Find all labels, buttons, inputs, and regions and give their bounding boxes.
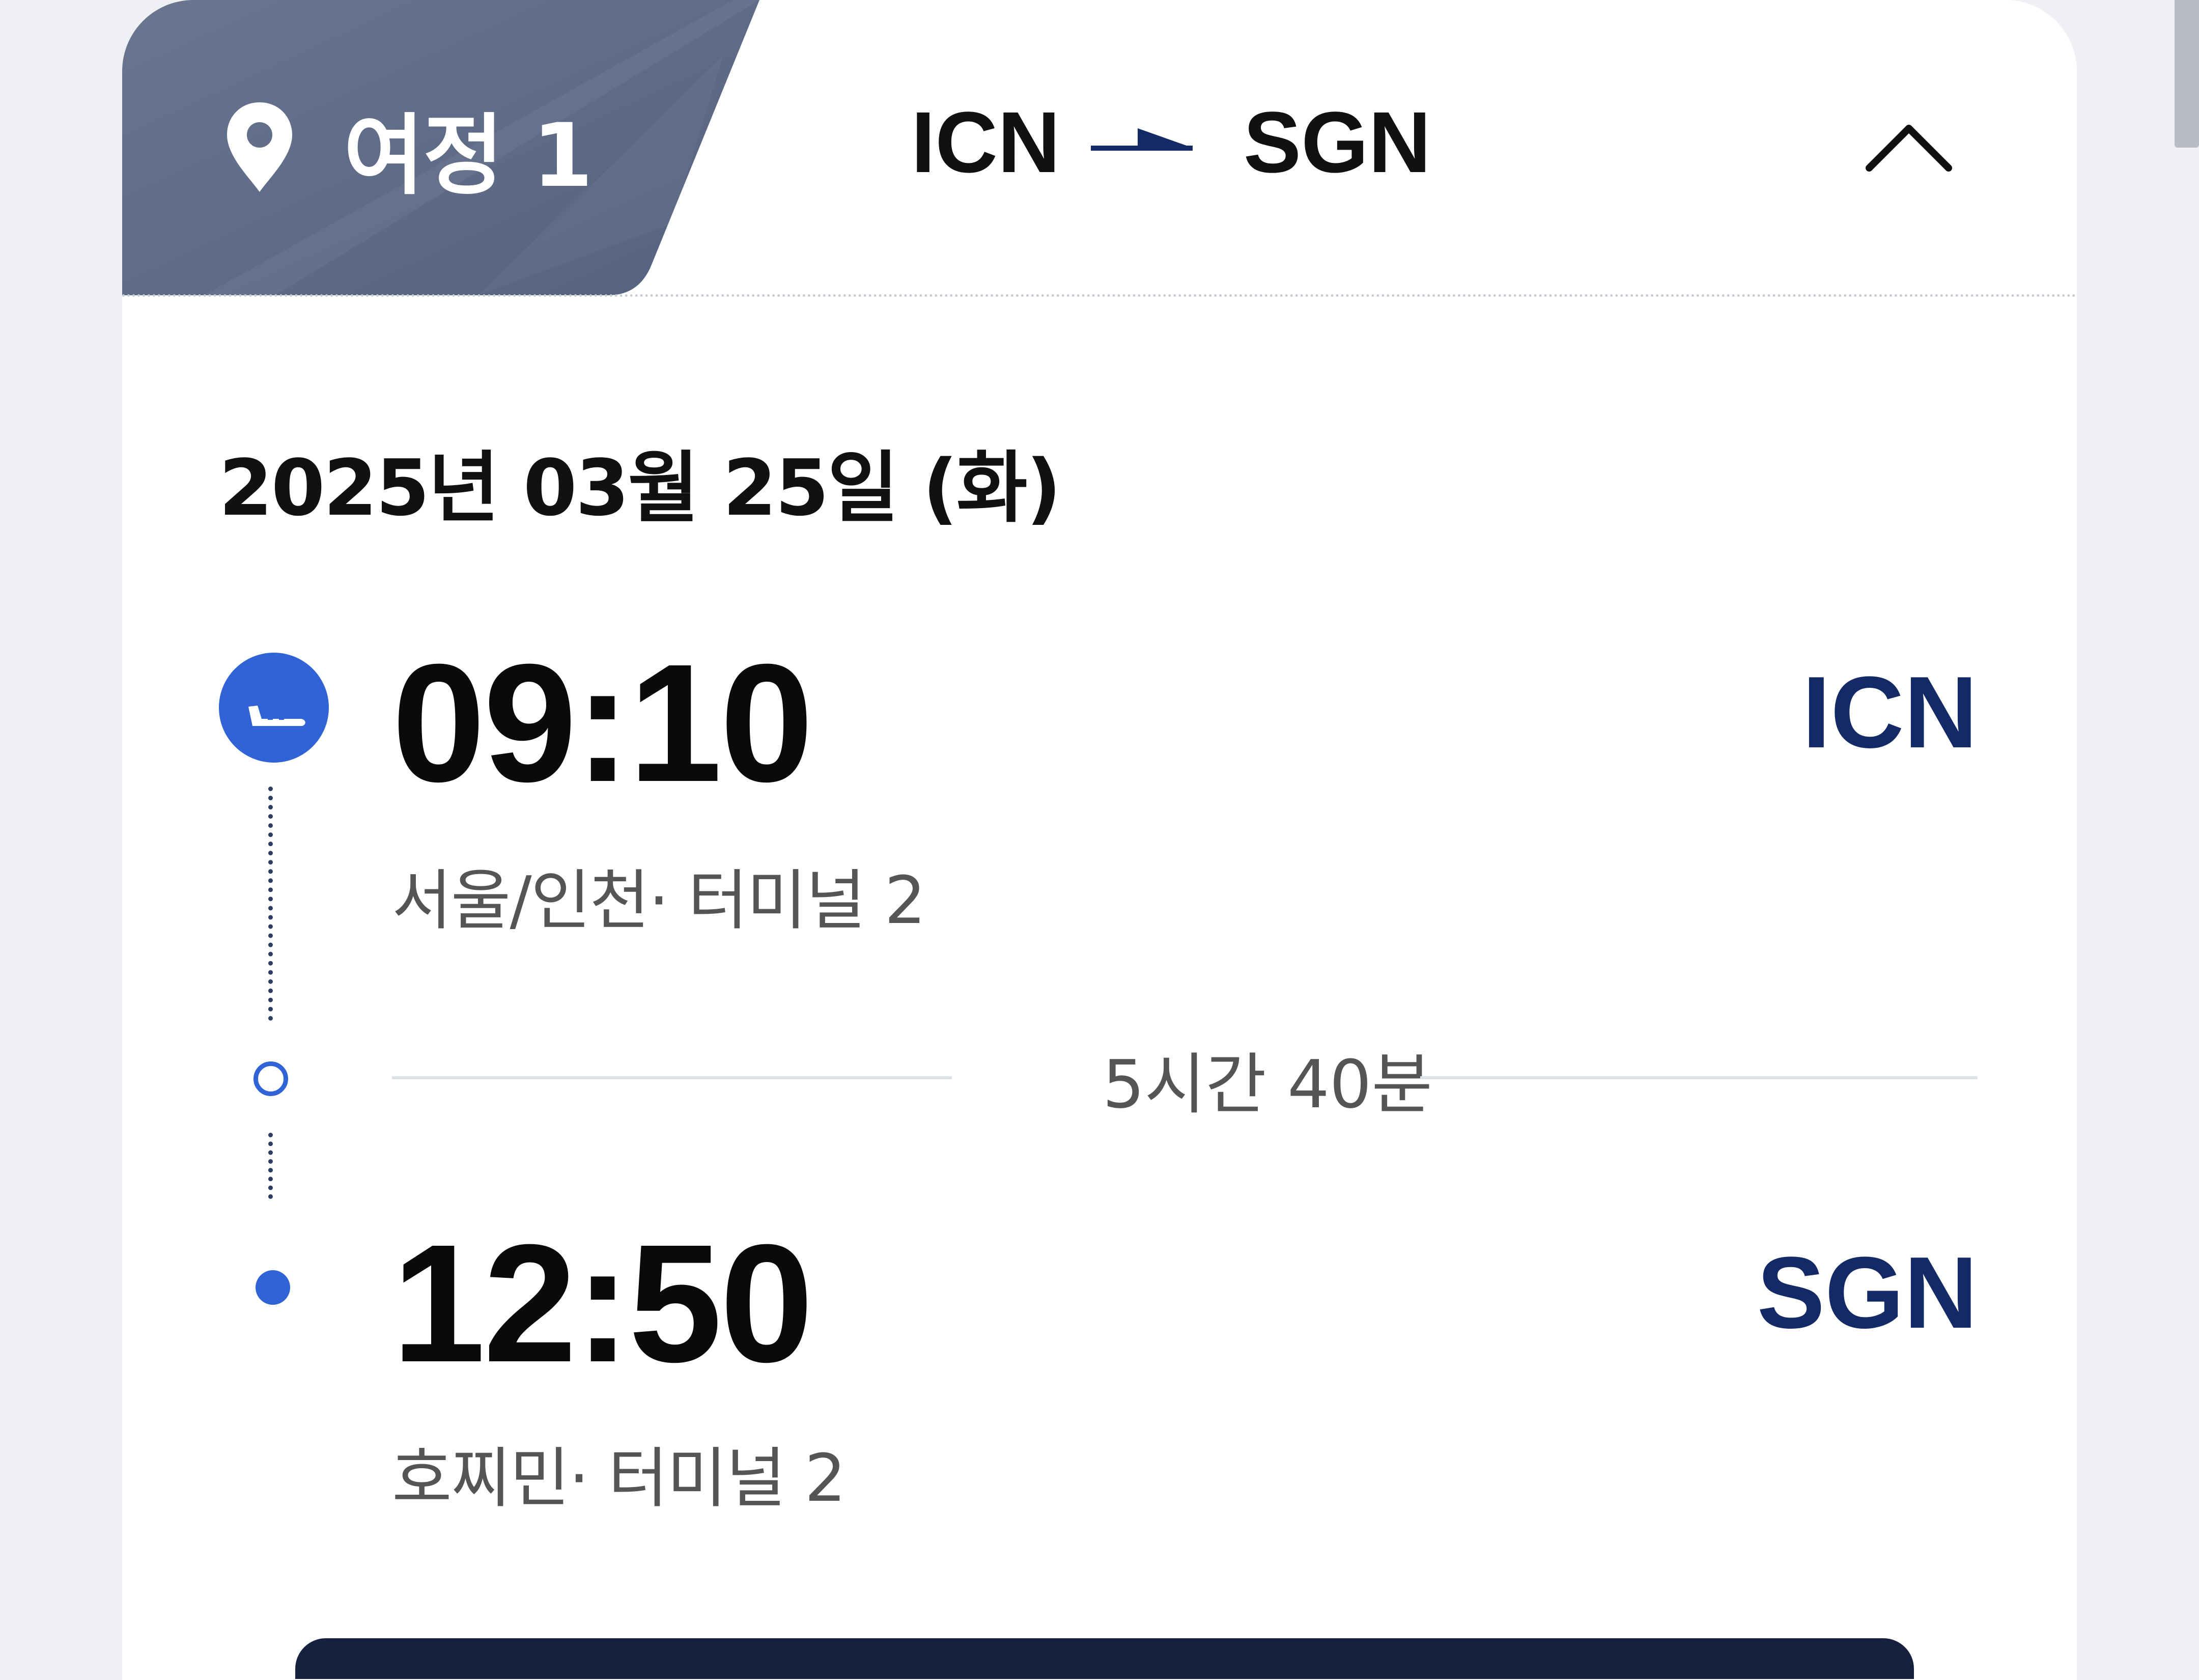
takeoff-icon [219, 653, 329, 763]
header-divider [122, 294, 2077, 297]
duration-divider-left [392, 1076, 952, 1079]
segment-tag: 여정 1 [224, 97, 593, 207]
bottom-action-bar[interactable] [295, 1638, 1914, 1679]
scrollbar-thumb[interactable] [2175, 0, 2199, 148]
departure-location: 서울/인천· 터미널 2 [392, 863, 926, 939]
duration-divider-right [1420, 1076, 1978, 1079]
itinerary-header[interactable]: 여정 1 ICN SGN [122, 0, 2077, 295]
map-pin-icon [227, 102, 292, 192]
timeline-dotted-line [268, 1133, 273, 1199]
arrival-location: 호찌민· 터미널 2 [392, 1441, 846, 1517]
flight-date: 2025년 03월 25일 (화) [219, 443, 1061, 533]
arrival-airport-code: SGN [1757, 1236, 1978, 1350]
arrival-dot [256, 1270, 290, 1305]
timeline-dotted-line [268, 787, 273, 1021]
timeline-midpoint [253, 1061, 288, 1096]
departure-time: 09:10 [392, 629, 813, 817]
chevron-up-icon[interactable] [1858, 102, 1960, 188]
departure-airport-code: ICN [1802, 656, 1978, 769]
flight-arrow-icon [1090, 128, 1193, 151]
screen: { "header": { "segment_label": "여정 1", "… [0, 0, 2199, 1680]
segment-label: 여정 1 [344, 104, 593, 207]
route-summary: ICN SGN [911, 92, 1431, 193]
route-origin-code: ICN [911, 94, 1060, 191]
arrival-time: 12:50 [392, 1209, 813, 1397]
route-destination-code: SGN [1243, 94, 1431, 191]
itinerary-card: 여정 1 ICN SGN 2025년 03월 25일 (화) 09:10 ICN… [122, 0, 2077, 1680]
